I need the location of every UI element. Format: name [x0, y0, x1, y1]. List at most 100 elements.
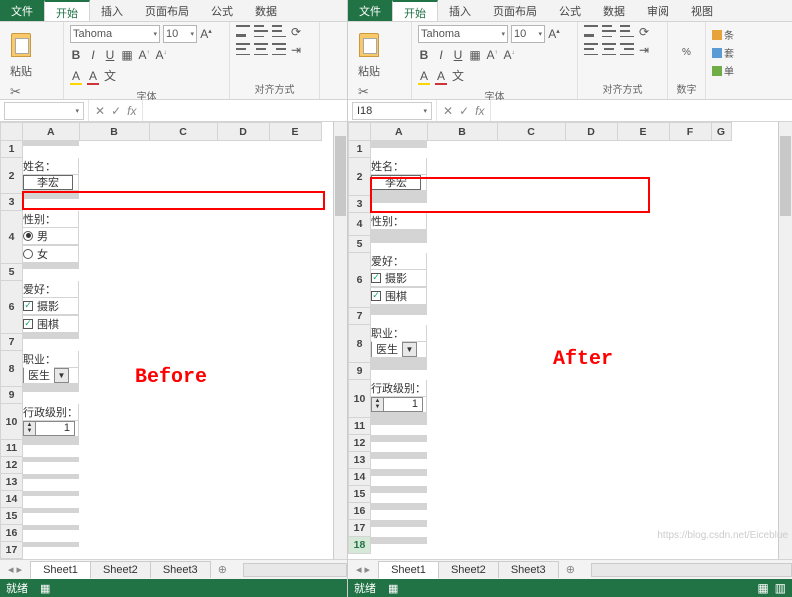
sheet-tab-2[interactable]: Sheet2 [438, 561, 499, 578]
align-left-icon[interactable] [236, 43, 250, 55]
rank-stepper[interactable]: ▲▼1 [23, 421, 75, 436]
tab-next-icon[interactable]: ▸ [17, 563, 23, 576]
rank-stepper[interactable]: ▲▼1 [371, 397, 423, 412]
col-B[interactable]: B [427, 123, 497, 141]
sheet-tab-3[interactable]: Sheet3 [498, 561, 559, 578]
tab-home[interactable]: 开始 [392, 0, 438, 21]
align-middle-icon[interactable] [602, 25, 616, 37]
underline-button[interactable]: U [104, 48, 116, 62]
col-G[interactable]: G [711, 123, 731, 141]
name-box[interactable]: ▾ [4, 102, 84, 120]
add-sheet-icon[interactable]: ⊕ [558, 563, 583, 576]
col-F[interactable]: F [669, 123, 711, 141]
fx-icon[interactable]: fx [475, 104, 484, 118]
paste-icon[interactable] [354, 27, 384, 63]
grid[interactable]: ABCDE 1 2姓名：李宏 3 4性别：男女 5 6爱好：✓摄影✓围棋 7 8… [0, 122, 322, 559]
fx-icon[interactable]: fx [127, 104, 136, 118]
align-bottom-icon[interactable] [272, 25, 286, 37]
tab-data[interactable]: 数据 [592, 0, 636, 21]
col-C[interactable]: C [149, 123, 217, 141]
bold-button[interactable]: B [418, 48, 430, 62]
col-E[interactable]: E [617, 123, 669, 141]
align-center-icon[interactable] [254, 43, 268, 55]
chk-photo[interactable]: ✓ [23, 301, 33, 311]
font-small-icon[interactable]: A↓ [503, 48, 515, 62]
col-E[interactable]: E [269, 123, 321, 141]
tab-layout[interactable]: 页面布局 [482, 0, 548, 21]
phonetic-icon[interactable]: 文 [104, 67, 116, 84]
cell-style-icon[interactable]: 单 [712, 63, 748, 78]
cut-icon[interactable]: ✂ [10, 84, 27, 100]
enter-icon[interactable]: ✓ [111, 104, 121, 118]
view-page-icon[interactable]: ▥ [775, 581, 786, 595]
job-combo[interactable]: 医生▼ [371, 342, 417, 357]
col-C[interactable]: C [497, 123, 565, 141]
align-top-icon[interactable] [584, 25, 598, 37]
align-center-icon[interactable] [602, 43, 616, 55]
v-scrollbar[interactable] [333, 122, 347, 559]
increase-font-icon[interactable]: A▴ [200, 27, 212, 41]
tab-prev-icon[interactable]: ◂ [356, 563, 362, 576]
sheet-tab-1[interactable]: Sheet1 [30, 561, 91, 579]
italic-button[interactable]: I [435, 48, 447, 62]
chk-photo[interactable]: ✓ [371, 273, 381, 283]
border-icon[interactable]: ▦ [469, 48, 481, 62]
paste-icon[interactable] [6, 27, 36, 63]
font-name-select[interactable]: Tahoma▾ [70, 25, 160, 43]
tab-formulas[interactable]: 公式 [548, 0, 592, 21]
cancel-icon[interactable]: ✕ [95, 104, 105, 118]
italic-button[interactable]: I [87, 48, 99, 62]
tab-formulas[interactable]: 公式 [200, 0, 244, 21]
fill-color-icon[interactable]: A [418, 69, 430, 83]
font-small-icon[interactable]: A↓ [155, 48, 167, 62]
col-A[interactable]: A [23, 123, 80, 141]
name-box[interactable]: I18▾ [352, 102, 432, 120]
name-value-box[interactable]: 李宏 [23, 175, 73, 190]
col-A[interactable]: A [371, 123, 428, 141]
cancel-icon[interactable]: ✕ [443, 104, 453, 118]
font-name-select[interactable]: Tahoma▾ [418, 25, 508, 43]
sheet-tab-2[interactable]: Sheet2 [90, 561, 151, 578]
orientation-icon[interactable]: ⟳ [290, 25, 302, 39]
align-bottom-icon[interactable] [620, 25, 634, 37]
font-big-icon[interactable]: A↑ [486, 48, 498, 62]
tab-file[interactable]: 文件 [348, 0, 392, 21]
tab-file[interactable]: 文件 [0, 0, 44, 21]
tab-data[interactable]: 数据 [244, 0, 288, 21]
radio-male[interactable] [23, 231, 33, 241]
border-icon[interactable]: ▦ [121, 48, 133, 62]
cond-format-icon[interactable]: 条 [712, 27, 748, 42]
v-scrollbar[interactable] [778, 122, 792, 559]
name-value-box[interactable]: 李宏 [371, 175, 421, 190]
tab-view[interactable]: 视图 [680, 0, 724, 21]
align-left-icon[interactable] [584, 43, 598, 55]
font-size-select[interactable]: 10▾ [511, 25, 545, 43]
align-right-icon[interactable] [272, 43, 286, 55]
tab-next-icon[interactable]: ▸ [365, 563, 371, 576]
tab-prev-icon[interactable]: ◂ [8, 563, 14, 576]
col-D[interactable]: D [217, 123, 269, 141]
tab-insert[interactable]: 插入 [90, 0, 134, 21]
font-size-select[interactable]: 10▾ [163, 25, 197, 43]
grid[interactable]: ABCDEFG 1 2姓名：李宏 3 4性别： 5 6爱好：✓摄影✓围棋 7 8… [348, 122, 732, 554]
radio-female[interactable] [23, 249, 33, 259]
sheet-tab-1[interactable]: Sheet1 [378, 561, 439, 579]
enter-icon[interactable]: ✓ [459, 104, 469, 118]
font-big-icon[interactable]: A↑ [138, 48, 150, 62]
align-top-icon[interactable] [236, 25, 250, 37]
underline-button[interactable]: U [452, 48, 464, 62]
tab-home[interactable]: 开始 [44, 0, 90, 21]
job-combo[interactable]: 医生▼ [23, 368, 69, 383]
chk-go[interactable]: ✓ [371, 291, 381, 301]
tab-insert[interactable]: 插入 [438, 0, 482, 21]
chk-go[interactable]: ✓ [23, 319, 33, 329]
col-D[interactable]: D [565, 123, 617, 141]
add-sheet-icon[interactable]: ⊕ [210, 563, 235, 576]
phonetic-icon[interactable]: 文 [452, 67, 464, 84]
orientation-icon[interactable]: ⟳ [638, 25, 650, 39]
table-format-icon[interactable]: 套 [712, 45, 748, 60]
font-color-icon[interactable]: A [87, 69, 99, 83]
fill-color-icon[interactable]: A [70, 69, 82, 83]
font-color-icon[interactable]: A [435, 69, 447, 83]
bold-button[interactable]: B [70, 48, 82, 62]
